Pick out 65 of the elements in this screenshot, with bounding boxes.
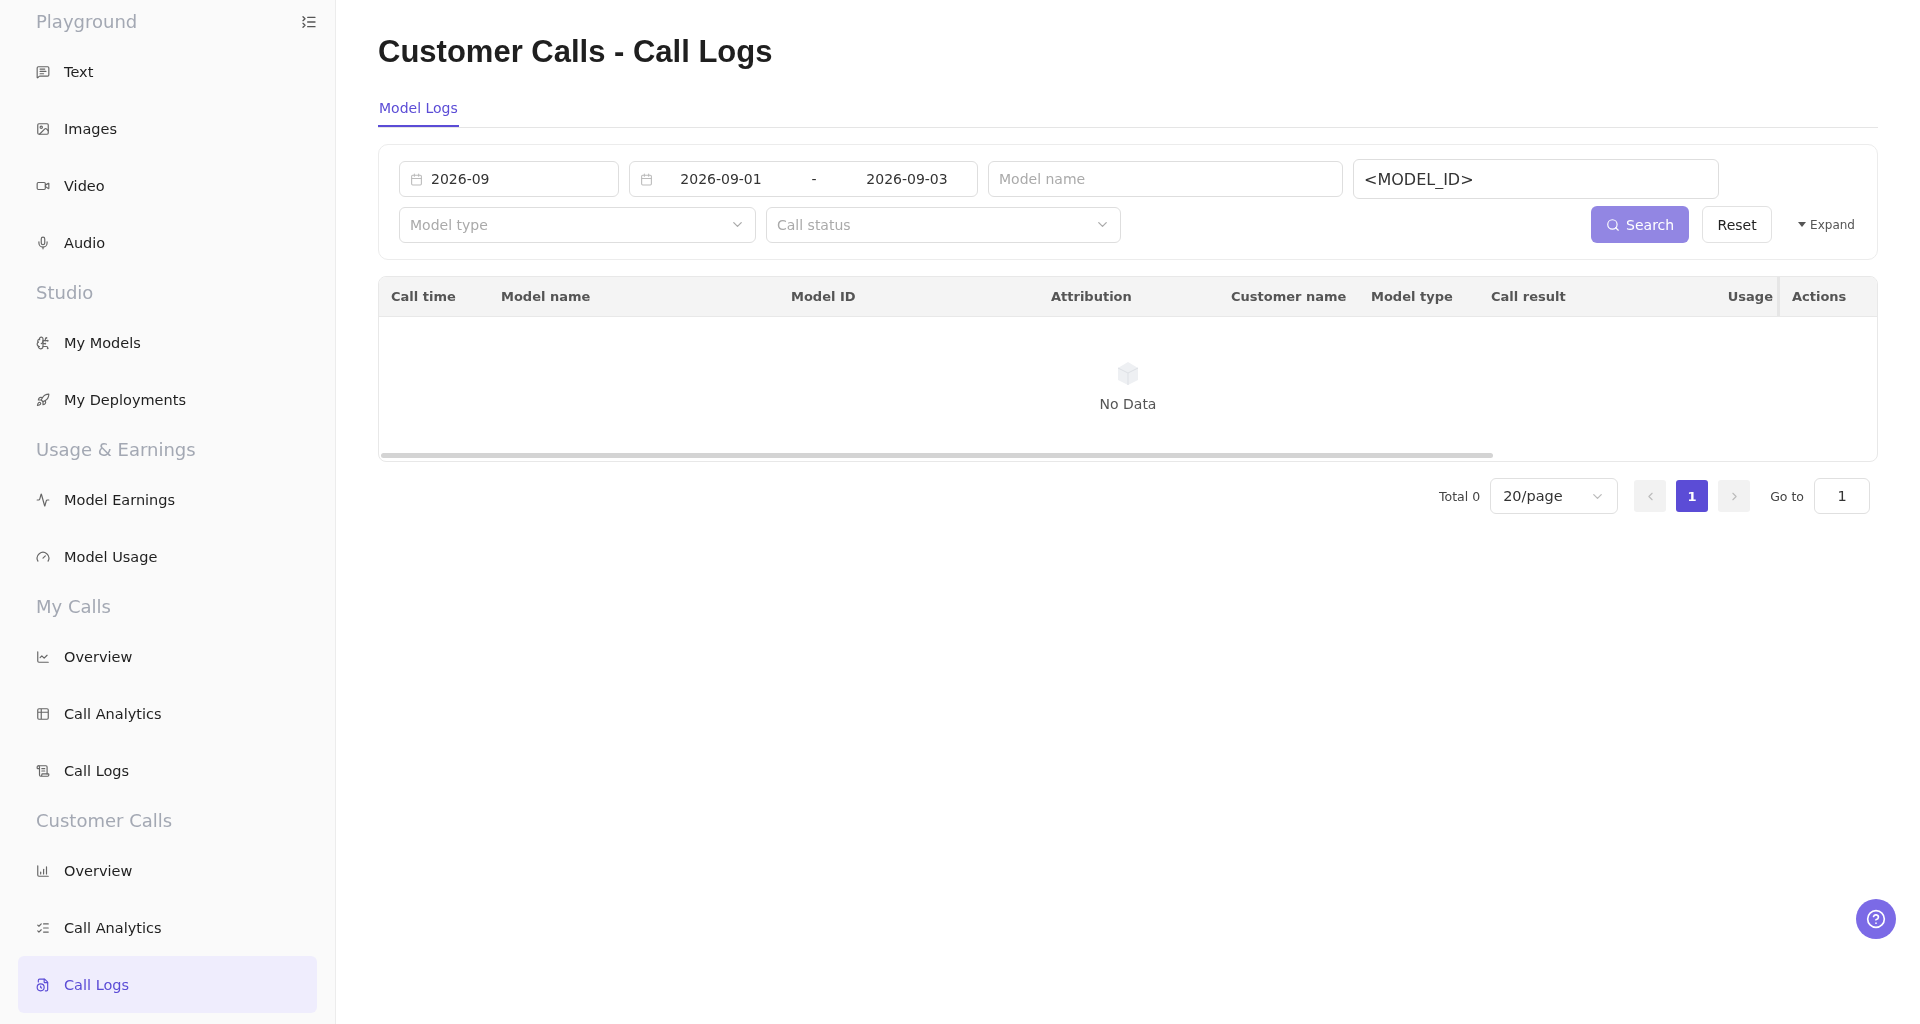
previous-page-button[interactable] <box>1634 480 1667 512</box>
column-header: Customer name <box>1230 289 1348 304</box>
sidebar-item[interactable]: Overview <box>18 842 317 899</box>
sidebar-item[interactable]: Call Logs <box>18 956 317 1013</box>
column-header: Call time <box>390 289 457 304</box>
rocket-icon <box>36 392 50 407</box>
scroll-icon <box>36 763 50 778</box>
sidebar-group-title: My Calls <box>35 595 112 619</box>
sidebar-item[interactable]: Audio <box>18 214 317 271</box>
checklist-icon <box>36 920 50 935</box>
goto-field[interactable]: 1 <box>1814 478 1870 514</box>
empty-text: No Data <box>1099 396 1157 412</box>
help-icon <box>1866 909 1886 929</box>
caret-icon <box>1798 221 1807 228</box>
sidebar-item[interactable]: Call Logs <box>18 742 317 799</box>
column-header: Actions <box>1777 277 1877 316</box>
brain-icon <box>36 335 50 350</box>
sidebar-group-title: Playground <box>35 10 139 34</box>
sidebar-item[interactable]: Video <box>18 157 317 214</box>
date-range-picker[interactable]: 2026-09-01 - 2026-09-03 <box>629 161 978 197</box>
calendar-icon <box>410 172 423 186</box>
help-button[interactable] <box>1856 899 1896 939</box>
sidebar-item[interactable]: Images <box>18 100 317 157</box>
page-size-select[interactable]: 20/page <box>1490 478 1619 514</box>
menu-icon[interactable] <box>301 13 317 30</box>
gauge-icon <box>36 549 50 564</box>
sidebar-group-title: Studio <box>35 281 95 305</box>
sidebar-item[interactable]: My Deployments <box>18 371 317 428</box>
column-header: Model type <box>1370 289 1454 304</box>
column-header: Model name <box>500 289 592 304</box>
total-count: Total 0 <box>1439 488 1481 504</box>
reset-button[interactable]: Reset <box>1702 206 1773 243</box>
sidebar-item[interactable]: Overview <box>18 628 317 685</box>
sidebar-group-title: Usage & Earnings <box>35 438 197 462</box>
bar-chart-icon <box>36 863 50 878</box>
column-header: Usage <box>1726 289 1774 304</box>
sidebar-item[interactable]: Call Analytics <box>18 685 317 742</box>
line-chart-icon <box>36 649 50 664</box>
sidebar-item[interactable]: My Models <box>18 314 317 371</box>
table-icon <box>36 706 50 721</box>
model-name-field[interactable]: Model name <box>988 161 1343 197</box>
next-page-button[interactable] <box>1718 480 1751 512</box>
calendar-icon <box>640 172 653 186</box>
sidebar-group-title: Customer Calls <box>35 809 174 833</box>
month-picker[interactable]: 2026-09 <box>399 161 619 197</box>
scrollbar[interactable] <box>381 453 1493 458</box>
message-icon <box>36 64 50 79</box>
sidebar-item[interactable]: Model Usage <box>18 528 317 585</box>
page-title: Customer Calls - Call Logs <box>378 34 774 70</box>
sidebar-item[interactable]: Call Analytics <box>18 899 317 956</box>
sidebar-item[interactable]: Text <box>18 43 317 100</box>
sidebar-item[interactable]: Model Earnings <box>18 471 317 528</box>
tab[interactable]: Model Logs <box>378 100 459 127</box>
search-icon <box>1606 217 1621 232</box>
column-header: Model ID <box>790 289 857 304</box>
page-button[interactable]: 1 <box>1676 480 1709 512</box>
column-header: Attribution <box>1050 289 1133 304</box>
model-id-field[interactable]: <MODEL_ID> <box>1353 159 1719 199</box>
pulse-icon <box>36 492 50 507</box>
image-icon <box>36 121 50 136</box>
microphone-icon <box>36 235 50 250</box>
goto-label: Go to <box>1770 488 1804 504</box>
column-header: Call result <box>1490 289 1567 304</box>
file-clock-icon <box>36 977 50 992</box>
expand-button[interactable]: Expand <box>1792 216 1861 233</box>
